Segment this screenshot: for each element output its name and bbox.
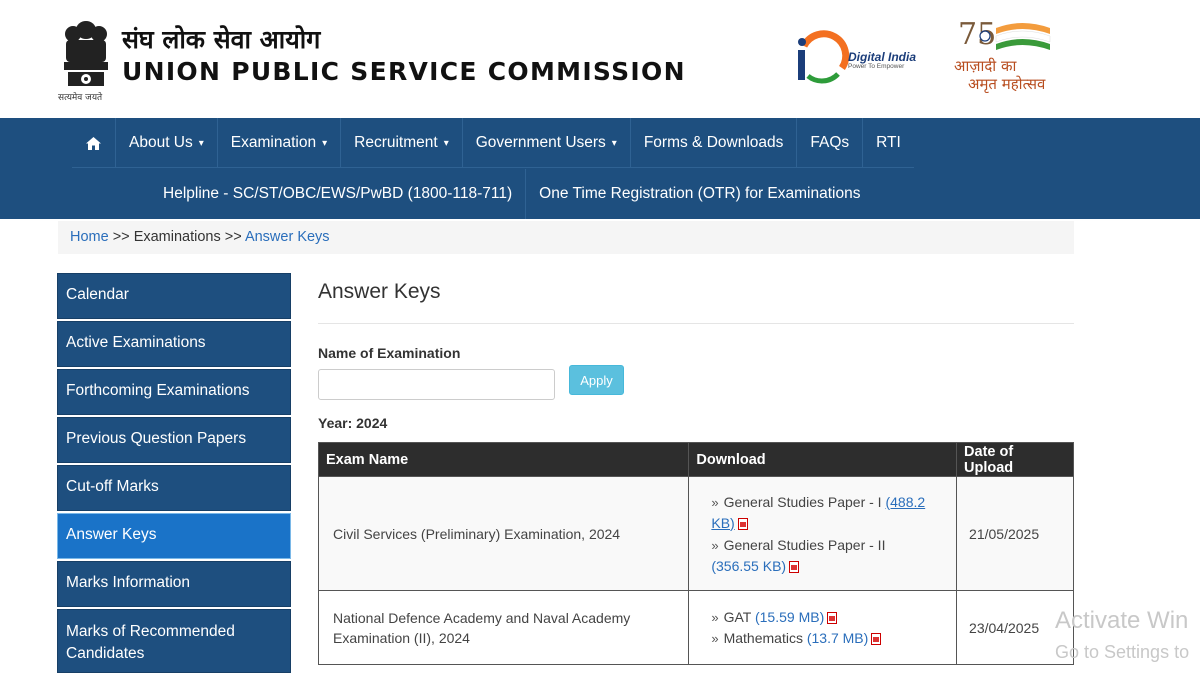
nav-row-secondary: Helpline - SC/ST/OBC/EWS/PwBD (1800-118-… xyxy=(150,169,873,219)
sidebar-item-answer-keys[interactable]: Answer Keys xyxy=(57,513,291,559)
table-row: Civil Services (Preliminary) Examination… xyxy=(317,476,1074,591)
nav-home[interactable] xyxy=(72,118,116,168)
exam-name-label: Name of Examination xyxy=(318,345,461,361)
chevron-down-icon: ▾ xyxy=(611,137,617,149)
column-header-date-of-upload: Date of Upload xyxy=(956,442,1074,477)
nav-helpline-label: Helpline - SC/ST/OBC/EWS/PwBD (1800-118-… xyxy=(163,185,513,202)
pdf-icon[interactable] xyxy=(871,632,882,645)
nav-government-users-label: Government Users xyxy=(475,134,606,151)
table-row: National Defence Academy and Naval Acade… xyxy=(317,590,1074,665)
sidebar-item-marks-recommended[interactable]: Marks of Recommended Candidates xyxy=(57,609,291,673)
download-link[interactable]: » GAT (15.59 MB) xyxy=(703,607,942,628)
digital-india-tagline: Power To Empower xyxy=(848,63,905,70)
digital-india-title: Digital India xyxy=(848,50,917,64)
nav-recruitment[interactable]: Recruitment ▾ xyxy=(341,118,463,168)
emblem-motto: सत्यमेव जयते xyxy=(58,93,103,103)
bullet-icon: » xyxy=(711,630,719,646)
site-header: सत्यमेव जयते संघ लोक सेवा आयोग UNION PUB… xyxy=(0,0,1200,118)
aka-text-line2: अमृत महोत्सव xyxy=(968,75,1046,93)
nav-helpline[interactable]: Helpline - SC/ST/OBC/EWS/PwBD (1800-118-… xyxy=(150,169,527,219)
download-name: Mathematics xyxy=(723,629,803,646)
sidebar: Calendar Active Examinations Forthcoming… xyxy=(57,273,291,675)
nav-row-primary: About Us ▾ Examination ▾ Recruitment ▾ G… xyxy=(72,118,914,168)
exam-name-cell: National Defence Academy and Naval Acade… xyxy=(317,590,690,665)
sidebar-item-cutoff-marks[interactable]: Cut-off Marks xyxy=(57,465,291,511)
column-header-download: Download xyxy=(688,442,958,477)
breadcrumb-home-link[interactable]: Home xyxy=(70,229,109,245)
nav-otr-label: One Time Registration (OTR) for Examinat… xyxy=(539,185,861,202)
breadcrumb-examinations: Examinations xyxy=(133,229,221,245)
nav-about-us-label: About Us xyxy=(129,134,193,151)
download-name: General Studies Paper - I xyxy=(723,493,882,510)
site-title-english[interactable]: UNION PUBLIC SERVICE COMMISSION xyxy=(122,57,686,86)
sidebar-item-forthcoming-examinations[interactable]: Forthcoming Examinations xyxy=(57,369,291,415)
nav-faqs-label: FAQs xyxy=(810,134,850,151)
chevron-down-icon: ▾ xyxy=(322,137,328,149)
breadcrumb-current-link[interactable]: Answer Keys xyxy=(245,229,330,245)
national-emblem-icon[interactable] xyxy=(58,10,114,102)
sidebar-item-marks-information[interactable]: Marks Information xyxy=(57,561,291,607)
nav-about-us[interactable]: About Us ▾ xyxy=(116,118,218,168)
nav-forms-downloads-label: Forms & Downloads xyxy=(643,134,784,151)
breadcrumb-separator: >> xyxy=(224,229,242,245)
nav-rti[interactable]: RTI xyxy=(863,118,914,168)
nav-forms-downloads[interactable]: Forms & Downloads xyxy=(631,118,798,168)
activation-watermark-line1: Activate Win xyxy=(1055,607,1189,634)
download-name: GAT xyxy=(723,608,752,625)
nav-government-users[interactable]: Government Users ▾ xyxy=(463,118,631,168)
home-icon xyxy=(86,136,101,150)
main-content: Answer Keys Name of Examination Apply Ye… xyxy=(317,280,1074,665)
nav-examination[interactable]: Examination ▾ xyxy=(218,118,342,168)
bullet-icon: » xyxy=(711,494,719,510)
download-size-link[interactable]: (13.7 MB) xyxy=(807,630,868,646)
nav-faqs[interactable]: FAQs xyxy=(797,118,864,168)
pdf-icon[interactable] xyxy=(827,611,838,624)
table-header-row: Exam Name Download Date of Upload xyxy=(317,442,1074,477)
nav-rti-label: RTI xyxy=(876,134,901,151)
bullet-icon: » xyxy=(711,537,719,553)
main-navigation: About Us ▾ Examination ▾ Recruitment ▾ G… xyxy=(0,118,1200,219)
download-link[interactable]: » General Studies Paper - I (488.2 KB) xyxy=(703,492,942,533)
page-title: Answer Keys xyxy=(318,280,1074,324)
pdf-icon[interactable] xyxy=(737,517,748,530)
download-size-link[interactable]: (15.59 MB) xyxy=(755,609,824,625)
breadcrumb: Home >> Examinations >> Answer Keys xyxy=(58,221,1074,254)
aka-text-line1: आज़ादी का xyxy=(954,57,1017,75)
activation-watermark-line2: Go to Settings to xyxy=(1055,642,1190,662)
chevron-down-icon: ▾ xyxy=(198,137,204,149)
nav-otr[interactable]: One Time Registration (OTR) for Examinat… xyxy=(526,169,873,219)
download-name: General Studies Paper - II xyxy=(723,536,886,553)
download-link[interactable]: » Mathematics (13.7 MB) xyxy=(703,628,942,649)
answer-keys-table: Exam Name Download Date of Upload Civil … xyxy=(317,442,1074,665)
apply-button[interactable]: Apply xyxy=(569,365,624,395)
sidebar-item-calendar[interactable]: Calendar xyxy=(57,273,291,319)
date-of-upload-cell: 21/05/2025 xyxy=(956,476,1074,591)
column-header-exam-name: Exam Name xyxy=(317,442,690,477)
download-cell: » GAT (15.59 MB) » Mathematics (13.7 MB) xyxy=(688,590,958,665)
download-cell: » General Studies Paper - I (488.2 KB) » G… xyxy=(688,476,958,591)
pdf-icon[interactable] xyxy=(789,560,800,573)
chevron-down-icon: ▾ xyxy=(443,137,449,149)
download-link[interactable]: » General Studies Paper - II (356.55 KB) xyxy=(703,535,942,576)
nav-recruitment-label: Recruitment xyxy=(354,134,438,151)
nav-examination-label: Examination xyxy=(230,134,317,151)
bullet-icon: » xyxy=(711,609,719,625)
breadcrumb-separator: >> xyxy=(112,229,130,245)
sidebar-item-active-examinations[interactable]: Active Examinations xyxy=(57,321,291,367)
site-title-hindi[interactable]: संघ लोक सेवा आयोग xyxy=(122,22,320,56)
exam-name-input[interactable] xyxy=(318,369,555,400)
sidebar-item-previous-question-papers[interactable]: Previous Question Papers xyxy=(57,417,291,463)
svg-text:75: 75 xyxy=(958,17,996,52)
year-label: Year: 2024 xyxy=(318,415,388,431)
download-size-link[interactable]: (356.55 KB) xyxy=(711,558,786,574)
exam-name-cell: Civil Services (Preliminary) Examination… xyxy=(317,476,690,591)
